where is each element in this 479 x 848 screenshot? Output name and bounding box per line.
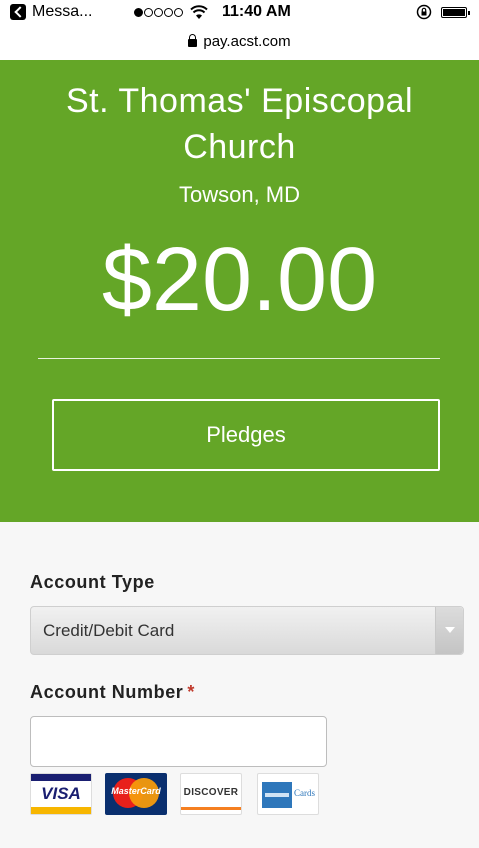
visa-label: VISA: [41, 784, 81, 803]
american-express-icon: Cards: [257, 773, 319, 815]
discover-card-icon: DISCOVER: [180, 773, 242, 815]
discover-label: DISCOVER: [183, 787, 239, 798]
account-number-input[interactable]: [30, 716, 327, 767]
account-number-label: Account Number *: [30, 682, 195, 703]
fund-select-button[interactable]: Pledges: [52, 399, 440, 471]
payment-header: St. Thomas' Episcopal Church Towson, MD …: [0, 60, 479, 522]
chevron-down-icon: [445, 627, 455, 633]
back-app-label[interactable]: Messa...: [32, 0, 92, 24]
back-to-app-icon[interactable]: [10, 4, 26, 20]
status-bar: Messa... 11:40 AM: [0, 0, 479, 24]
status-time: 11:40 AM: [222, 3, 291, 20]
account-number-label-text: Account Number: [30, 682, 184, 702]
payment-form: Account Type Credit/Debit Card Account N…: [0, 522, 479, 848]
battery-icon: [441, 7, 470, 18]
organization-location: Towson, MD: [178, 182, 301, 207]
padlock-icon: [188, 34, 198, 47]
signal-strength-icon: [134, 8, 184, 17]
required-marker: *: [187, 682, 196, 702]
wifi-icon: [190, 5, 208, 19]
payment-amount[interactable]: $20.00: [0, 224, 479, 336]
account-type-select[interactable]: Credit/Debit Card: [30, 606, 464, 655]
dropdown-toggle[interactable]: [435, 607, 463, 654]
mastercard-icon: MasterCard: [105, 773, 167, 815]
rotation-lock-icon: [416, 4, 432, 20]
account-type-label: Account Type: [30, 572, 155, 592]
url-text: pay.acst.com: [203, 33, 291, 50]
account-type-value: Credit/Debit Card: [43, 621, 175, 640]
organization-name: St. Thomas' Episcopal Church: [65, 82, 414, 166]
mastercard-label: MasterCard: [111, 786, 161, 796]
amex-label: Cards: [294, 788, 315, 798]
visa-card-icon: VISA: [30, 773, 92, 815]
address-bar[interactable]: pay.acst.com: [0, 24, 479, 60]
header-divider: [38, 358, 440, 359]
